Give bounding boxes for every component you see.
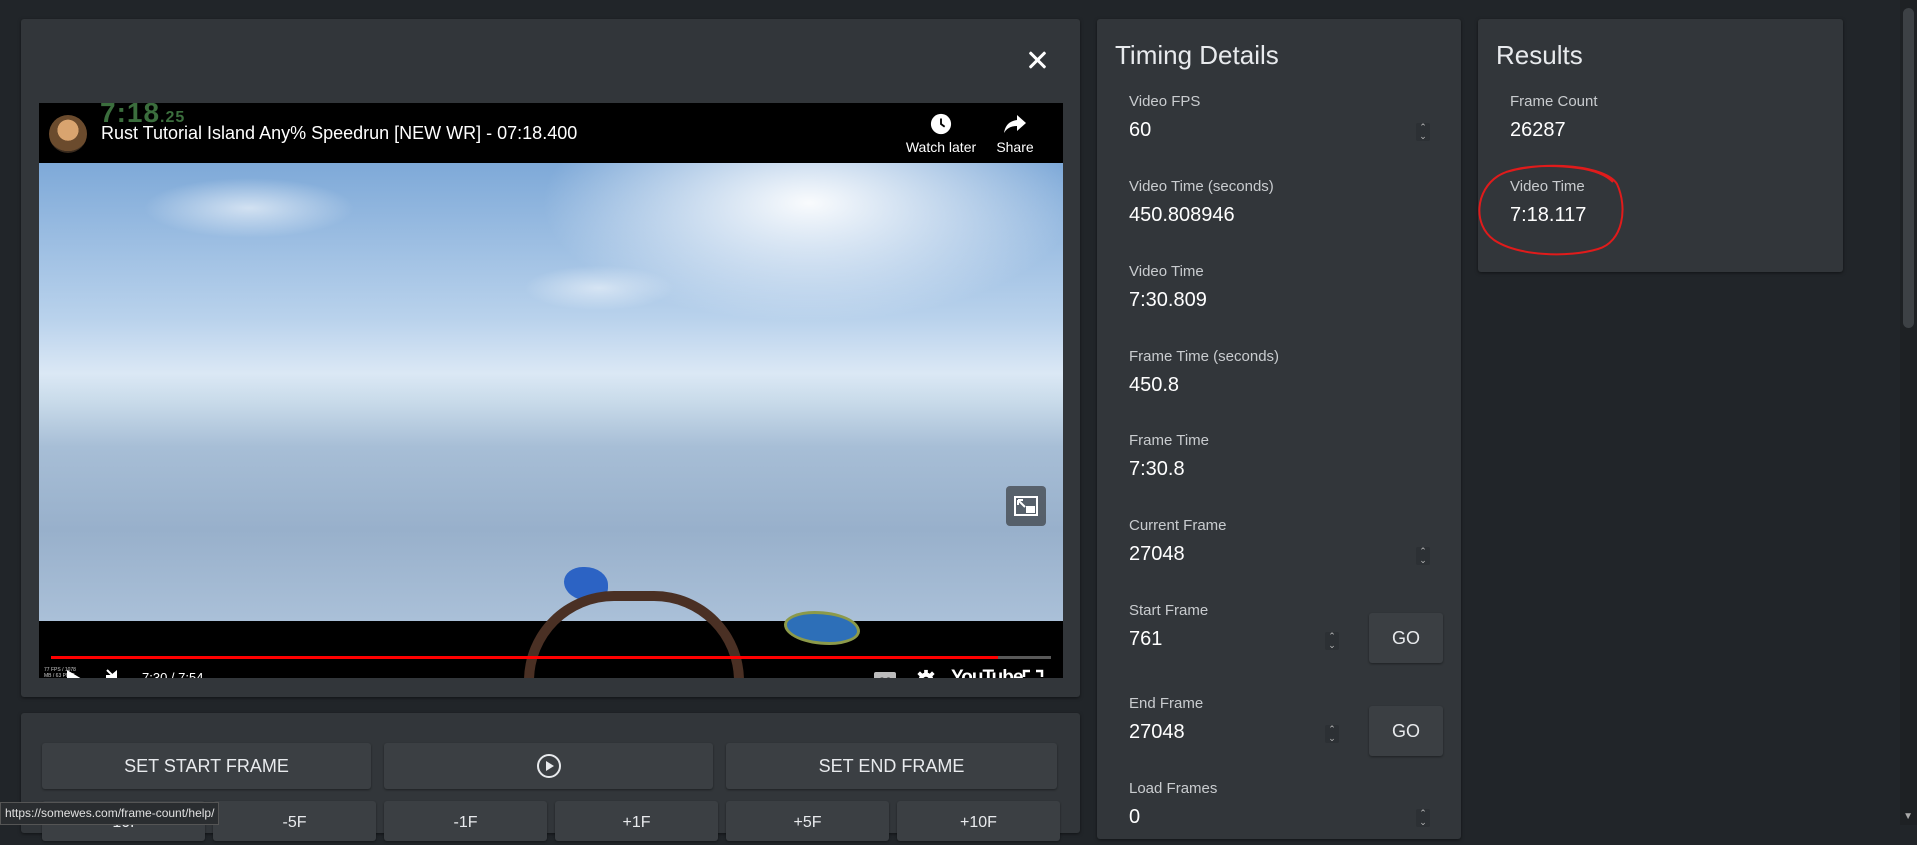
fullscreen-icon[interactable] [1022,669,1044,678]
player-header: Rust Tutorial Island Any% Speedrun [NEW … [39,103,1063,163]
video-player[interactable]: Rust Tutorial Island Any% Speedrun [NEW … [39,103,1063,678]
frame-count-result: Frame Count 26287 [1510,93,1598,142]
video-time-field: Video Time 7:30.809 [1129,263,1207,312]
share-label: Share [996,139,1034,155]
frame-time-field: Frame Time 7:30.8 [1129,432,1209,481]
step-minus-1-button[interactable]: -1F [384,801,547,841]
end-frame-spinner[interactable]: ⌃ ⌄ [1325,725,1339,743]
end-frame-field[interactable]: End Frame 27048 [1129,695,1203,744]
field-label: Frame Count [1510,93,1598,110]
share-button[interactable]: Share [991,113,1039,155]
svg-text:CC: CC [879,676,892,678]
clock-icon [930,113,952,135]
field-label: End Frame [1129,695,1204,712]
video-fps-field[interactable]: Video FPS 60 [1129,93,1200,142]
channel-avatar[interactable] [49,115,87,153]
video-panel: Rust Tutorial Island Any% Speedrun [NEW … [21,19,1080,697]
frame-time-seconds-field: Frame Time (seconds) 450.8 [1129,348,1279,397]
watch-later-label: Watch later [905,139,977,155]
field-value: 7:30.809 [1129,289,1207,311]
step-plus-5-button[interactable]: +5F [726,801,889,841]
play-circle-icon [536,754,561,778]
field-label: Current Frame [1129,517,1227,534]
page-scrollbar[interactable]: ▼ [1900,0,1917,825]
timing-details-title: Timing Details [1115,40,1279,70]
timer-main: 7:18 [100,103,161,128]
share-icon [1004,115,1026,133]
field-value: 26287 [1510,119,1566,141]
settings-gear-icon[interactable] [915,669,937,678]
play-icon[interactable] [65,669,83,678]
step-minus-5-button[interactable]: -5F [213,801,376,841]
video-time-seconds-field: Video Time (seconds) 450.808946 [1129,178,1274,227]
field-label: Video Time (seconds) [1129,178,1274,195]
scrollbar-thumb[interactable] [1903,8,1914,328]
current-frame-spinner[interactable]: ⌃ ⌄ [1416,547,1430,565]
go-start-frame-button[interactable]: GO [1369,613,1443,663]
frame-detail [784,611,860,645]
close-icon[interactable] [1024,47,1050,73]
field-label: Video Time [1129,263,1204,280]
red-circle-annotation [1478,164,1624,256]
field-label: Frame Time (seconds) [1129,348,1280,365]
play-pause-button[interactable] [384,743,713,789]
field-value[interactable]: 761 [1129,628,1208,651]
set-end-frame-button[interactable]: SET END FRAME [726,743,1057,789]
fps-spinner[interactable]: ⌃ ⌄ [1416,123,1430,141]
scroll-down-icon[interactable]: ▼ [1903,811,1913,822]
status-bar-url: https://somewes.com/frame-count/help/ [0,802,220,825]
youtube-logo[interactable]: YouTube [951,667,1023,678]
mute-icon[interactable] [104,668,128,678]
field-value[interactable]: 0 [1129,806,1217,829]
field-value[interactable]: 27048 [1129,543,1227,566]
set-start-frame-button[interactable]: SET START FRAME [42,743,371,789]
step-plus-1-button[interactable]: +1F [555,801,718,841]
progress-played [51,656,998,659]
field-value: 7:30.8 [1129,458,1185,480]
load-frames-spinner[interactable]: ⌃ ⌄ [1416,809,1430,827]
results-panel: Results Frame Count 26287 Video Time 7:1… [1478,19,1843,272]
load-frames-field[interactable]: Load Frames 0 [1129,780,1217,829]
captions-icon[interactable]: CC [873,671,897,678]
speedrun-timer-overlay: 7:18.25 [100,103,185,129]
frame-detail [524,591,744,678]
current-frame-field[interactable]: Current Frame 27048 [1129,517,1227,566]
field-label: Start Frame [1129,602,1209,619]
field-value: 450.8 [1129,374,1180,396]
go-end-frame-button[interactable]: GO [1369,706,1443,756]
timer-fraction: .25 [160,109,186,126]
step-plus-10-button[interactable]: +10F [897,801,1060,841]
field-value[interactable]: 60 [1129,119,1200,142]
start-frame-spinner[interactable]: ⌃ ⌄ [1325,632,1339,650]
start-frame-field[interactable]: Start Frame 761 [1129,602,1208,651]
watch-later-button[interactable]: Watch later [901,113,981,155]
miniplayer-icon [1014,496,1038,516]
video-frame [39,163,1063,678]
field-value: 450.808946 [1129,204,1235,226]
time-display: 7:30 / 7:54 [142,670,204,678]
field-label: Video FPS [1129,93,1201,110]
results-title: Results [1496,40,1583,70]
timing-details-panel: Timing Details Video FPS 60 ⌃ ⌄ Video Tim… [1097,19,1461,839]
field-label: Frame Time [1129,432,1210,449]
miniplayer-button[interactable] [1006,486,1046,526]
field-value[interactable]: 27048 [1129,721,1203,744]
progress-bar[interactable] [51,656,1051,659]
field-label: Load Frames [1129,780,1218,797]
